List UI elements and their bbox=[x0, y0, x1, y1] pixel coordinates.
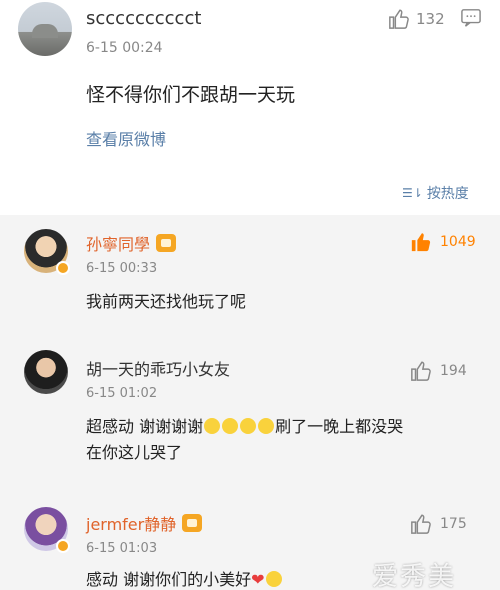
comment-author-name[interactable]: 胡一天的乖巧小女友 bbox=[86, 356, 230, 380]
comment-like-count: 194 bbox=[440, 363, 467, 379]
heart-icon: ❤ bbox=[251, 570, 265, 589]
original-post: scccccccccct 6-15 00:24 怪不得你们不跟胡一天玩 查看原微… bbox=[0, 0, 500, 215]
thumbs-up-icon bbox=[411, 514, 431, 534]
crying-emoji-icon bbox=[240, 418, 257, 434]
sort-by-hot-button[interactable]: ☰⇂ 按热度 bbox=[402, 183, 469, 203]
comment-text: 感动 谢谢你们的小美好❤ bbox=[86, 567, 283, 590]
comment-author-name[interactable]: 孙寧同學 bbox=[86, 231, 177, 255]
comment-avatar[interactable] bbox=[24, 350, 68, 394]
comment-author-name[interactable]: jermfer静静 bbox=[86, 511, 203, 535]
member-badge-icon bbox=[182, 514, 203, 532]
post-time: 6-15 00:24 bbox=[86, 40, 163, 56]
post-author-avatar[interactable] bbox=[18, 2, 72, 56]
comment-text-part: 刷了一晚上都没哭 bbox=[275, 417, 404, 436]
crying-emoji-icon bbox=[222, 418, 239, 434]
comment-like-count: 1049 bbox=[440, 234, 476, 250]
comment-time: 6-15 00:33 bbox=[86, 261, 158, 276]
comments-list: 孙寧同學 6-15 00:33 我前两天还找他玩了呢 1049 胡一天的乖巧小女… bbox=[0, 215, 500, 590]
member-badge-icon bbox=[156, 234, 177, 252]
crying-emoji-icon bbox=[258, 418, 275, 434]
comment-like-button[interactable]: 175 bbox=[410, 513, 467, 535]
comment-time: 6-15 01:03 bbox=[86, 541, 158, 556]
post-content: 怪不得你们不跟胡一天玩 bbox=[86, 84, 296, 106]
comment-icon[interactable] bbox=[460, 8, 482, 28]
comment-like-button[interactable]: 1049 bbox=[410, 231, 476, 253]
comment-author-label: 胡一天的乖巧小女友 bbox=[86, 360, 231, 379]
vip-badge-icon bbox=[56, 261, 70, 275]
sort-label: 按热度 bbox=[426, 186, 469, 202]
crying-emoji-icon bbox=[204, 418, 221, 434]
comment-like-button[interactable]: 194 bbox=[410, 360, 467, 382]
comment-text-part: 在你这儿哭了 bbox=[86, 443, 183, 462]
thumbs-up-icon bbox=[411, 233, 431, 252]
vip-badge-icon bbox=[56, 539, 70, 553]
comment-item: 胡一天的乖巧小女友 6-15 01:02 超感动 谢谢谢谢 刷了一晚上都没哭 在你… bbox=[0, 340, 500, 490]
comment-text-part: 超感动 谢谢谢谢 bbox=[86, 417, 204, 436]
comment-author-label: 孙寧同學 bbox=[86, 235, 151, 254]
comment-text-part: 感动 谢谢你们的小美好 bbox=[86, 570, 252, 589]
comment-like-count: 175 bbox=[440, 516, 467, 532]
comment-item: 孙寧同學 6-15 00:33 我前两天还找他玩了呢 1049 bbox=[0, 215, 500, 335]
post-like-button[interactable]: 132 bbox=[388, 8, 445, 30]
post-like-count: 132 bbox=[416, 10, 445, 28]
avatar-building-shape bbox=[32, 24, 58, 38]
post-author-name[interactable]: scccccccccct bbox=[86, 8, 201, 29]
sort-icon: ☰⇂ bbox=[402, 186, 423, 200]
watermark-text: 爱秀美 bbox=[372, 562, 457, 590]
smile-emoji-icon bbox=[265, 571, 282, 587]
comment-text: 超感动 谢谢谢谢 刷了一晚上都没哭 在你这儿哭了 bbox=[86, 414, 403, 466]
thumbs-up-icon bbox=[411, 361, 431, 381]
comment-author-label: jermfer静静 bbox=[86, 515, 177, 534]
view-original-link[interactable]: 查看原微博 bbox=[86, 126, 166, 150]
thumbs-up-icon bbox=[389, 9, 409, 29]
comment-time: 6-15 01:02 bbox=[86, 386, 158, 401]
comment-text: 我前两天还找他玩了呢 bbox=[86, 292, 247, 311]
